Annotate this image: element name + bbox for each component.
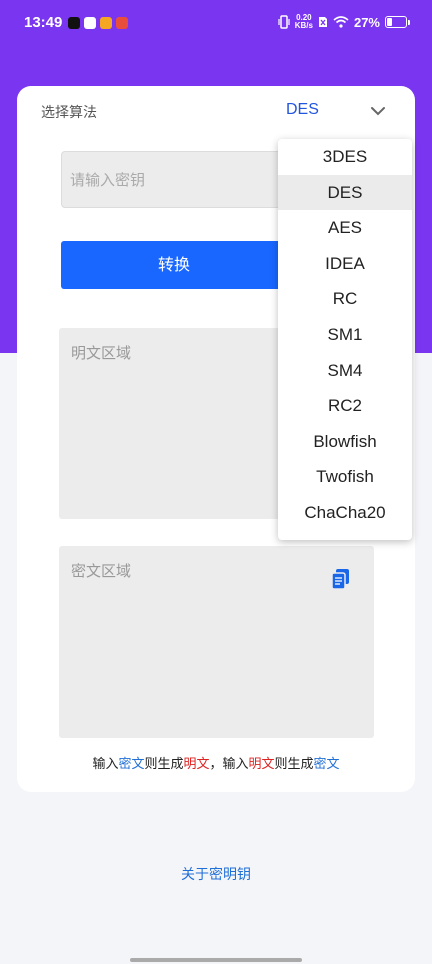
home-indicator[interactable] bbox=[130, 958, 302, 962]
notification-icons bbox=[68, 17, 128, 29]
dropdown-option[interactable]: RC bbox=[278, 281, 412, 317]
copy-icon[interactable] bbox=[331, 568, 351, 590]
app-icon bbox=[84, 17, 96, 29]
dropdown-option-selected[interactable]: DES bbox=[278, 174, 412, 211]
dropdown-option[interactable]: ChaCha20 bbox=[278, 495, 412, 531]
plaintext-area[interactable] bbox=[59, 328, 285, 519]
algorithm-select-value[interactable]: DES bbox=[286, 101, 319, 119]
status-time: 13:49 bbox=[24, 14, 63, 31]
tiktok-icon bbox=[68, 17, 80, 29]
chevron-down-icon[interactable] bbox=[369, 102, 387, 120]
algorithm-label: 选择算法 bbox=[41, 105, 97, 121]
dropdown-option[interactable]: SM1 bbox=[278, 317, 412, 353]
dropdown-option[interactable]: AES bbox=[278, 210, 412, 246]
key-input[interactable] bbox=[61, 151, 281, 208]
net-speed: 0.20 KB/s bbox=[294, 13, 313, 30]
battery-percent: 27% bbox=[353, 14, 380, 30]
dropdown-option[interactable]: 3DES bbox=[278, 139, 412, 175]
status-right: 0.20 KB/s 27% bbox=[278, 14, 410, 30]
dropdown-option[interactable]: SM4 bbox=[278, 353, 412, 389]
no-sim-icon bbox=[318, 17, 327, 27]
battery-tip bbox=[408, 19, 410, 25]
algorithm-dropdown-menu: 3DES DES AES IDEA RC SM1 SM4 RC2 Blowfis… bbox=[278, 139, 412, 540]
battery-icon bbox=[385, 16, 407, 28]
dropdown-option[interactable]: Blowfish bbox=[278, 424, 412, 460]
ciphertext-area[interactable] bbox=[59, 546, 374, 738]
dropdown-option[interactable]: Twofish bbox=[278, 459, 412, 495]
dropdown-option[interactable]: RC2 bbox=[278, 388, 412, 424]
about-link[interactable]: 关于密明钥 bbox=[0, 864, 432, 884]
conversion-hint: 输入密文则生成明文，输入明文则生成密文 bbox=[92, 757, 340, 772]
wifi-icon bbox=[333, 16, 349, 28]
app-icon bbox=[116, 17, 128, 29]
app-icon bbox=[100, 17, 112, 29]
convert-button[interactable]: 转换 bbox=[61, 241, 287, 289]
status-bar: 13:49 0.20 KB/s 27% bbox=[0, 0, 432, 52]
vibrate-icon bbox=[278, 15, 290, 29]
dropdown-option[interactable]: IDEA bbox=[278, 246, 412, 282]
